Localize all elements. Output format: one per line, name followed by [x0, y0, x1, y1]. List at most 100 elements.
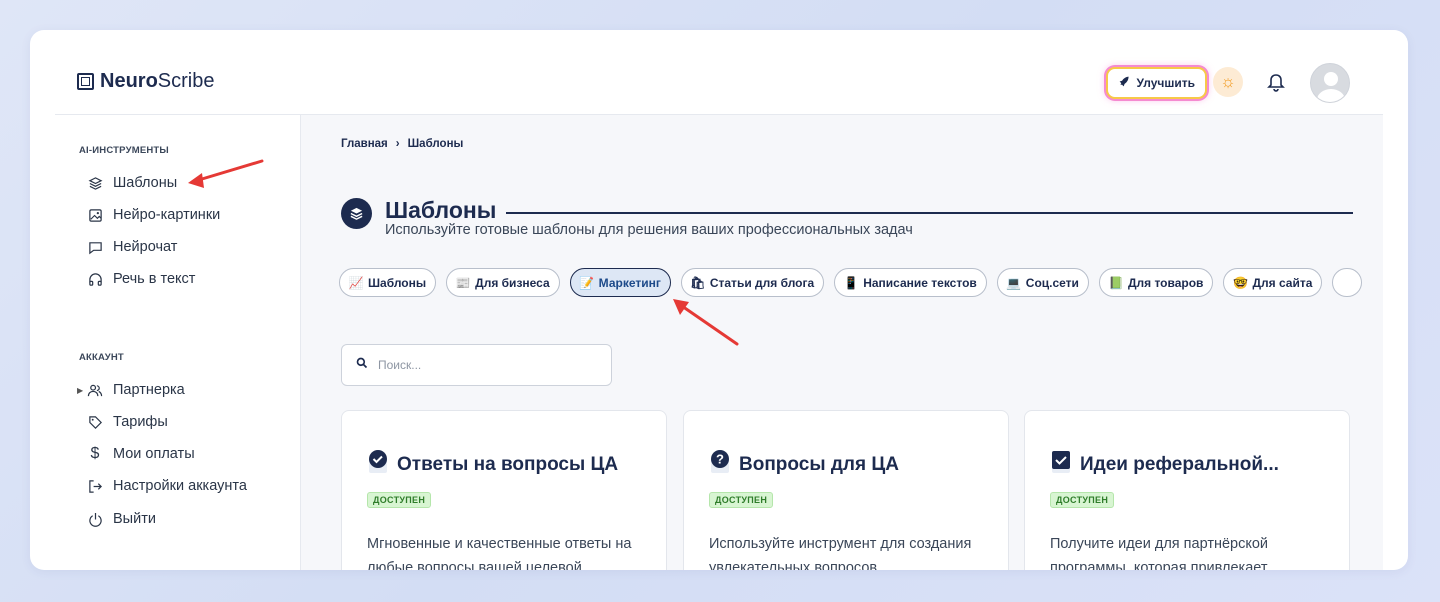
status-badge: ДОСТУПЕН: [367, 492, 432, 508]
sidebar-item-neuro-images[interactable]: Нейро-картинки: [87, 207, 220, 223]
card-description: Мгновенные и качественные ответы на любы…: [367, 536, 632, 570]
logo[interactable]: NeuroScribe: [77, 70, 215, 93]
sidebar-item-label: Нейро-картинки: [113, 207, 221, 223]
sidebar-item-label: Речь в текст: [113, 271, 196, 287]
power-icon: [87, 511, 103, 527]
sidebar-item-label: Нейрочат: [113, 239, 178, 255]
upgrade-label: Улучшить: [1136, 76, 1195, 90]
avatar[interactable]: [1310, 63, 1350, 103]
dollar-icon: $: [90, 445, 100, 462]
sidebar: AI-ИНСТРУМЕНТЫ Шаблоны Нейро-картинки Не…: [55, 115, 301, 570]
check-badge-icon: [367, 450, 389, 473]
users-icon: [87, 382, 103, 398]
chip-label: Статьи для блога: [709, 275, 815, 290]
image-icon: [87, 207, 103, 223]
logo-text-bold: Neuro: [100, 70, 158, 92]
sidebar-item-label: Партнерка: [113, 382, 185, 398]
card-description: Используйте инструмент для создания увле…: [709, 536, 972, 570]
search-icon: [356, 356, 368, 374]
sidebar-item-templates[interactable]: Шаблоны: [87, 175, 177, 191]
chip-copywriting[interactable]: 📱 Написание текстов: [834, 268, 987, 297]
chip-label: Маркетинг: [598, 275, 661, 290]
sidebar-item-logout[interactable]: Выйти: [87, 511, 156, 527]
laptop-icon: 💻: [1006, 275, 1022, 290]
layers-icon: [87, 175, 103, 191]
chip-label: Для товаров: [1127, 275, 1204, 290]
chip-label: Шаблоны: [368, 275, 427, 290]
theme-toggle-sun-icon[interactable]: ☼: [1213, 67, 1243, 97]
sidebar-item-account-settings[interactable]: Настройки аккаунта: [87, 478, 247, 494]
app-window: NeuroScribe Улучшить ☼ AI-ИНСТРУМЕНТЫ Ша…: [30, 30, 1408, 570]
sidebar-item-label: Настройки аккаунта: [113, 478, 247, 494]
memo-icon: 📝: [579, 275, 595, 290]
sidebar-item-label: Мои оплаты: [113, 446, 195, 462]
expand-caret-icon[interactable]: ▶: [77, 386, 83, 395]
phone-icon: 📱: [843, 275, 859, 290]
checkbox-icon: [1050, 450, 1072, 473]
nerd-face-icon: 🤓: [1232, 275, 1248, 290]
breadcrumb: Главная › Шаблоны: [341, 138, 463, 150]
search-input[interactable]: [378, 358, 578, 372]
sidebar-item-tariffs[interactable]: Тарифы: [87, 414, 168, 430]
breadcrumb-separator: ›: [395, 138, 400, 150]
rocket-icon: [1118, 75, 1131, 91]
status-badge: ДОСТУПЕН: [1050, 492, 1115, 508]
chip-more[interactable]: [1332, 268, 1363, 297]
headphones-icon: [87, 271, 103, 287]
chat-icon: [87, 239, 103, 255]
chip-label: Для сайта: [1252, 275, 1313, 290]
bell-icon[interactable]: [1264, 70, 1288, 96]
status-badge: ДОСТУПЕН: [709, 492, 774, 508]
chip-label: Для бизнеса: [475, 275, 550, 290]
question-badge-icon: ?: [709, 450, 731, 473]
category-chips: 📈 Шаблоны 📰 Для бизнеса 📝 Маркетинг 🛍 Статьи…: [339, 268, 1363, 297]
card-description: Получите идеи для партнёрской программы,…: [1050, 536, 1269, 570]
main-content: Главная › Шаблоны Шаблоны Используйте го…: [301, 115, 1383, 570]
card-head: Ответы на вопросы ЦА: [367, 446, 618, 476]
title-divider: [506, 211, 1353, 214]
card-title: Ответы на вопросы ЦА: [397, 454, 619, 475]
sidebar-item-label: Шаблоны: [113, 175, 178, 191]
sidebar-item-payments[interactable]: $ Мои оплаты: [87, 445, 195, 462]
card-head: Идеи реферальной...: [1050, 446, 1279, 476]
logo-text-light: Scribe: [157, 70, 215, 92]
chip-label: Написание текстов: [863, 275, 977, 290]
sidebar-item-label: Выйти: [113, 511, 156, 527]
book-icon: 📗: [1108, 275, 1124, 290]
card-title: Идеи реферальной...: [1080, 454, 1279, 475]
template-card[interactable]: ? Вопросы для ЦА ДОСТУПЕН Используйте ин…: [683, 410, 1009, 570]
template-card[interactable]: Идеи реферальной... ДОСТУПЕН Получите ид…: [1024, 410, 1350, 570]
layers-badge-icon: [341, 198, 372, 229]
shopping-bags-icon: 🛍: [690, 275, 706, 290]
sidebar-item-speech-to-text[interactable]: Речь в текст: [87, 271, 195, 287]
upgrade-button[interactable]: Улучшить: [1105, 67, 1207, 99]
sidebar-item-label: Тарифы: [113, 414, 168, 430]
sidebar-section-tools: AI-ИНСТРУМЕНТЫ: [79, 145, 169, 156]
sidebar-section-account: АККАУНТ: [79, 352, 124, 363]
chart-icon: 📈: [348, 275, 364, 290]
card-head: ? Вопросы для ЦА: [709, 446, 899, 476]
newspaper-icon: 📰: [455, 275, 471, 290]
tag-icon: [87, 414, 103, 430]
top-bar: NeuroScribe Улучшить ☼: [55, 30, 1383, 115]
search-box[interactable]: [341, 344, 612, 386]
sidebar-item-neurochat[interactable]: Нейрочат: [87, 239, 177, 255]
chip-products[interactable]: 📗 Для товаров: [1098, 268, 1214, 297]
chip-social[interactable]: 💻 Соц.сети: [996, 268, 1089, 297]
page-subtitle: Используйте готовые шаблоны для решения …: [385, 222, 913, 238]
chip-label: Соц.сети: [1025, 275, 1079, 290]
breadcrumb-home[interactable]: Главная: [341, 138, 388, 150]
template-card[interactable]: Ответы на вопросы ЦА ДОСТУПЕН Мгновенные…: [341, 410, 667, 570]
chip-business[interactable]: 📰 Для бизнеса: [446, 268, 560, 297]
breadcrumb-current: Шаблоны: [407, 138, 464, 150]
chip-templates[interactable]: 📈 Шаблоны: [339, 268, 437, 297]
login-icon: [87, 478, 103, 494]
chip-blog-articles[interactable]: 🛍 Статьи для блога: [680, 268, 825, 297]
logo-icon: [77, 73, 94, 90]
chip-marketing[interactable]: 📝 Маркетинг: [569, 268, 671, 297]
card-title: Вопросы для ЦА: [739, 454, 899, 475]
sidebar-item-partners[interactable]: Партнерка: [87, 382, 185, 398]
chip-website[interactable]: 🤓 Для сайта: [1223, 268, 1323, 297]
svg-text:?: ?: [716, 452, 724, 467]
page-title: Шаблоны: [385, 197, 497, 223]
